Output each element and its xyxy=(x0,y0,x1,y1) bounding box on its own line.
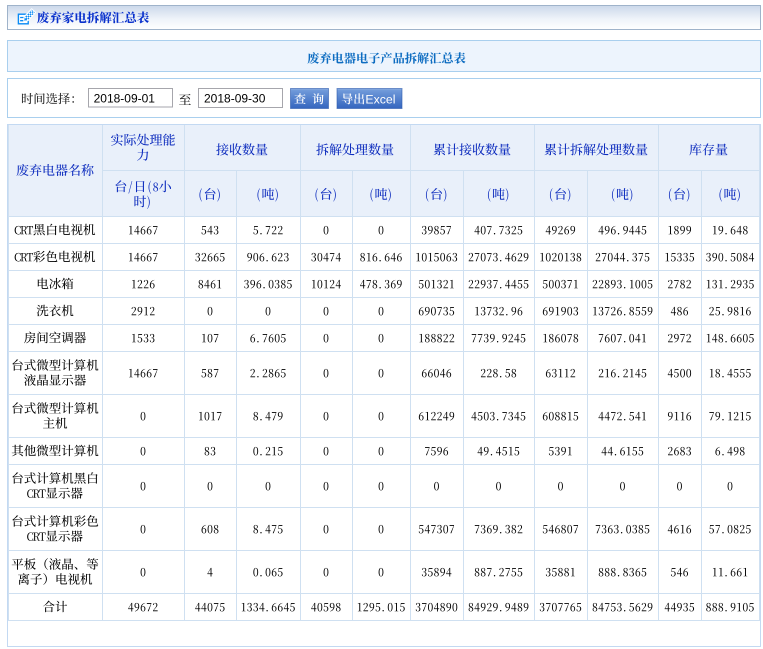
svg-text:2018-09-30: 2018-09-30 xyxy=(204,91,266,105)
svg-text:Excel: Excel xyxy=(365,92,395,106)
svg-text:2018-09-01: 2018-09-01 xyxy=(94,91,156,105)
